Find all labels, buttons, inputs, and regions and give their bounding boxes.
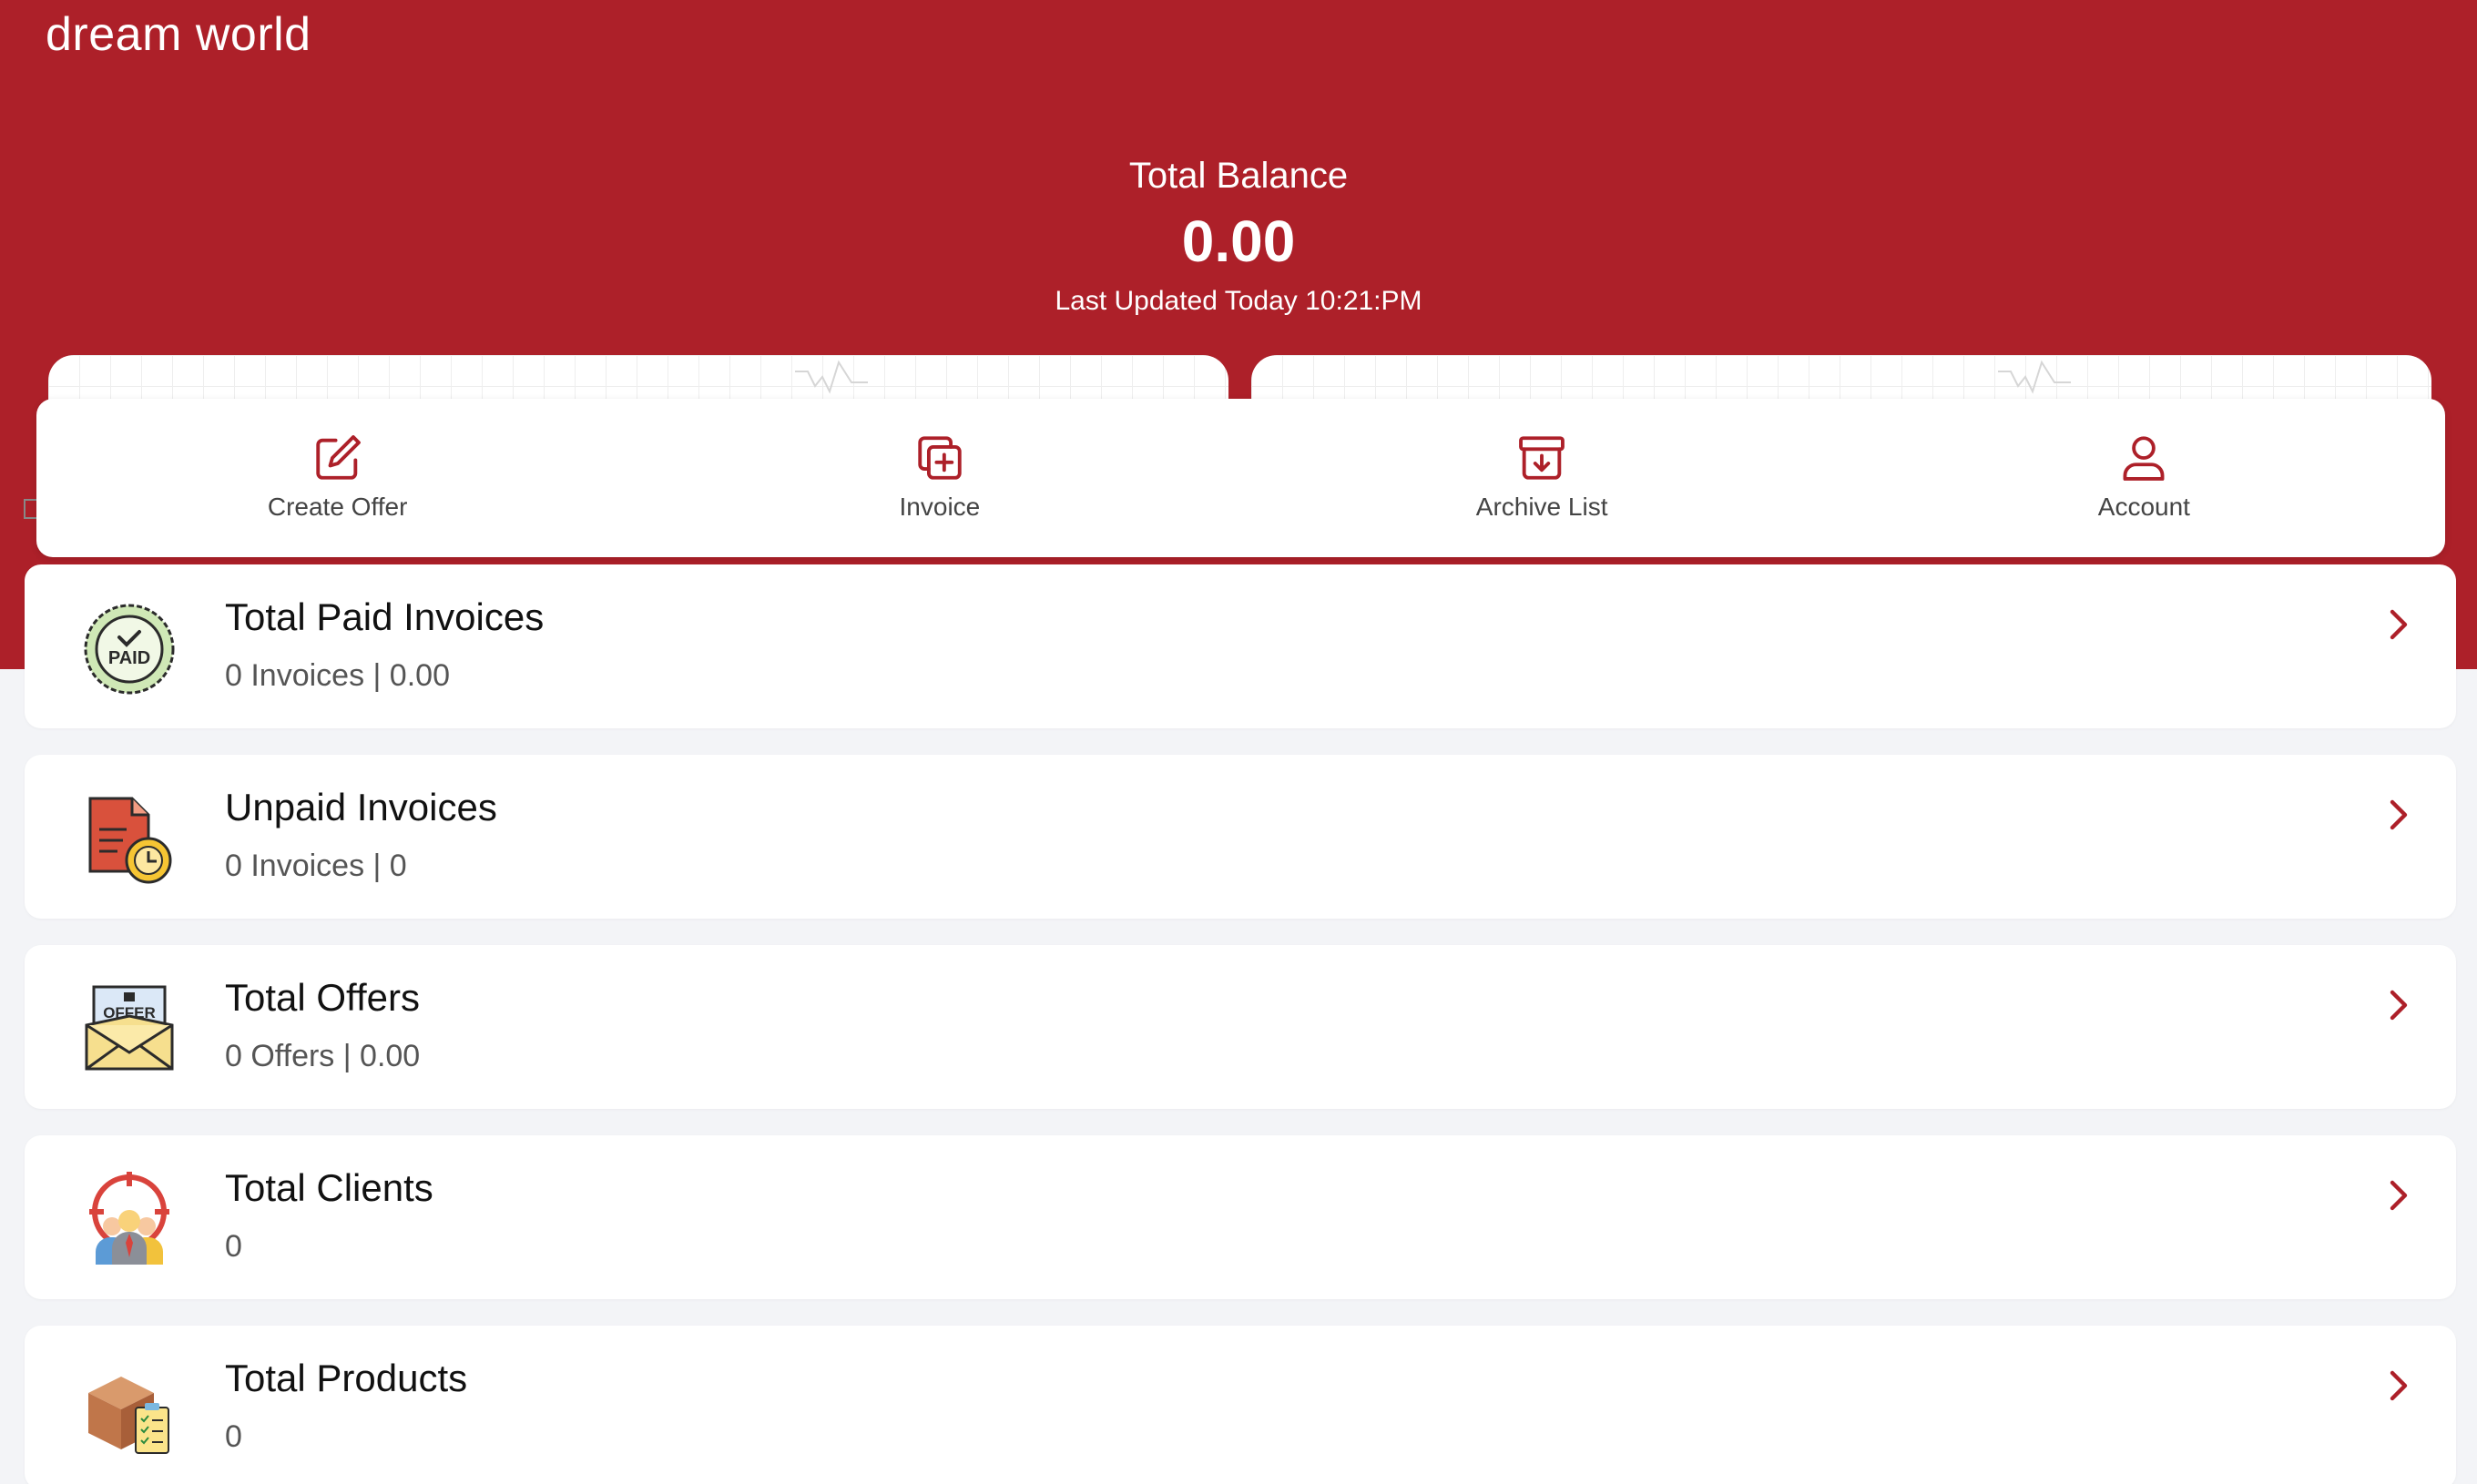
balance-label: Total Balance (1128, 156, 1349, 196)
invoice-button[interactable]: Invoice (638, 399, 1240, 521)
archive-list-label: Archive List (1475, 493, 1608, 521)
paid-invoices-card[interactable]: PAID Total Paid Invoices 0 Invoices | 0.… (25, 564, 2456, 728)
archive-list-button[interactable]: Archive List (1241, 399, 1843, 521)
side-bracket-icon (24, 499, 36, 519)
stat-subtitle: 0 Offers | 0.00 (225, 1039, 421, 1073)
stat-title: Total Offers (225, 976, 420, 1019)
chevron-right-icon (2390, 609, 2408, 640)
unpaid-invoices-card[interactable]: Unpaid Invoices 0 Invoices | 0 (25, 755, 2456, 919)
product-box-icon (88, 1377, 169, 1454)
paid-badge-icon: PAID (84, 604, 175, 695)
balance-summary: Total Balance 0.00 Last Updated Today 10… (0, 150, 2477, 321)
app-title: dream world (46, 8, 311, 61)
archive-icon (1519, 436, 1565, 480)
stat-subtitle: 0 (225, 1419, 242, 1454)
create-offer-button[interactable]: Create Offer (36, 399, 638, 521)
stat-title: Total Products (225, 1357, 468, 1399)
offer-envelope-icon: OFFER (85, 985, 174, 1071)
balance-value: 0.00 (1181, 208, 1296, 274)
account-button[interactable]: Account (1843, 399, 2445, 521)
chevron-right-icon (2390, 1180, 2408, 1211)
chevron-right-icon (2390, 799, 2408, 830)
stat-title: Total Clients (225, 1166, 433, 1209)
products-card[interactable]: Total Products 0 (25, 1326, 2456, 1484)
stat-title: Unpaid Invoices (225, 786, 497, 828)
add-copy-icon (918, 436, 962, 480)
chevron-right-icon (2390, 1370, 2408, 1401)
account-label: Account (2097, 493, 2190, 521)
stat-subtitle: 0 Invoices | 0 (225, 849, 407, 883)
pending-document-icon (88, 797, 172, 884)
clients-target-icon (89, 1172, 169, 1265)
edit-icon (315, 435, 361, 480)
invoice-label: Invoice (899, 493, 981, 521)
last-updated-text: Last Updated Today 10:21:PM (1055, 286, 1422, 316)
clients-card[interactable]: Total Clients 0 (25, 1135, 2456, 1299)
stat-subtitle: 0 Invoices | 0.00 (225, 658, 450, 693)
stat-subtitle: 0 (225, 1229, 242, 1264)
svg-text:PAID: PAID (108, 648, 150, 668)
user-icon (2123, 436, 2165, 481)
chevron-right-icon (2390, 990, 2408, 1021)
stat-title: Total Paid Invoices (225, 595, 545, 638)
quick-actions-bar: Create Offer Invoice Archive List Accoun… (36, 399, 2445, 557)
create-offer-label: Create Offer (267, 493, 408, 521)
offers-card[interactable]: OFFER Total Offers 0 Offers | 0.00 (25, 945, 2456, 1109)
